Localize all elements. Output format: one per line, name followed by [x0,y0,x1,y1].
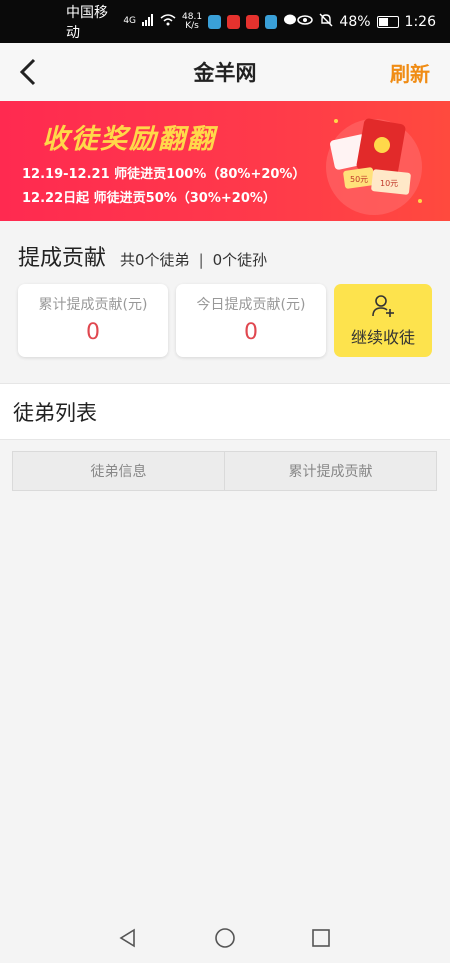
square-recents-icon [312,929,330,947]
apprentice-list-title: 徒弟列表 [13,401,97,425]
nav-recents-button[interactable] [310,927,332,949]
continue-recruiting-label: 继续收徒 [350,328,415,347]
refresh-button[interactable]: 刷新 [390,58,430,87]
video-notification-icon [245,14,259,29]
contribution-summary-header: 提成贡献 共0个徒弟 | 0个徒孙 [18,240,267,272]
add-user-icon [372,295,394,317]
today-contribution-card: 今日提成贡献(元) 0 [176,284,326,357]
app-notification-icon-2 [264,14,278,29]
total-contribution-card: 累计提成贡献(元) 0 [18,284,168,357]
page-title: 金羊网 [193,61,257,85]
chevron-left-icon [19,58,36,86]
nav-back-button[interactable] [117,927,139,949]
mute-icon [319,13,333,31]
app-notification-icon [208,14,221,29]
today-contribution-label: 今日提成贡献(元) [196,297,306,313]
apprentice-count: 共0个徒弟 [120,251,190,269]
nav-home-button[interactable] [214,927,236,949]
back-button[interactable] [14,57,44,87]
banner-line-2: 12.22日起 师徒进贡50%（30%+20%） [22,191,276,206]
banner-headline: 收徒奖励翻翻 [42,124,216,155]
column-total-contribution: 累计提成贡献 [224,452,436,490]
eye-icon [297,14,314,30]
contribution-title: 提成贡献 [18,246,107,271]
carrier-label: 中国移动 [66,4,108,41]
chat-icon [283,14,297,30]
circle-home-icon [215,928,235,948]
total-contribution-value: 0 [86,320,100,345]
triangle-back-icon [119,928,135,948]
banner-line-1: 12.19-12.21 师徒进贡100%（80%+20%） [22,167,306,182]
title-bar: 金羊网 刷新 [0,43,450,101]
clock: 1:26 [404,13,436,30]
column-apprentice-info: 徒弟信息 [90,464,147,480]
system-nav-bar [0,913,450,963]
wifi-icon [160,13,176,30]
continue-recruiting-button[interactable]: 继续收徒 [334,284,432,357]
apprentice-counts: 共0个徒弟 | 0个徒孙 [120,249,267,270]
envelope-tag-1: 50元 [350,175,368,184]
battery-icon [376,15,399,28]
grand-apprentice-count: 0个徒孙 [212,251,268,269]
divider: | [198,251,204,269]
news-notification-icon [226,14,240,29]
today-contribution-value: 0 [244,320,258,345]
speed-unit: K/s [185,20,199,31]
status-bar: 中国移动 4G 48.1 K/s 48% 1:26 [0,0,450,43]
promo-banner[interactable]: 收徒奖励翻翻 12.19-12.21 师徒进贡100%（80%+20%） 12.… [0,101,450,221]
network-speed: 48.1 K/s [182,12,202,31]
total-contribution-label: 累计提成贡献(元) [38,297,148,313]
envelope-tag-2: 10元 [380,179,398,188]
network-type: 4G [123,16,137,26]
signal-icon [142,13,154,30]
battery-percent: 48% [339,13,371,30]
apprentice-list-section: 徒弟列表 [0,383,450,440]
red-envelope-icon: 50元 10元 [326,118,422,215]
apprentice-table-header: 徒弟信息 累计提成贡献 [12,451,437,491]
